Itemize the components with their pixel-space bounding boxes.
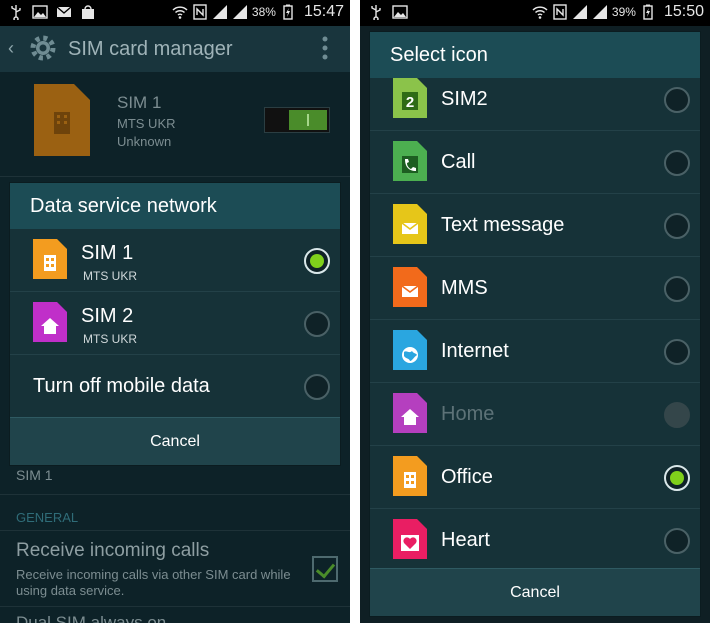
sim-home-icon — [33, 302, 67, 342]
battery-percent: 38% — [251, 5, 276, 19]
receive-calls-checkbox[interactable] — [312, 556, 338, 582]
dual-sim-row: Dual SIM always on — [16, 613, 167, 623]
internet-icon — [393, 330, 427, 370]
option-label: Call — [441, 151, 476, 173]
option-office[interactable]: Office — [370, 446, 700, 509]
sim1-name: SIM 1 — [117, 93, 162, 112]
option-label: Home — [441, 403, 495, 425]
app-bar: ‹ SIM card manager — [0, 26, 350, 72]
radio-button[interactable] — [664, 276, 690, 302]
email-icon — [56, 6, 72, 17]
nfc-icon — [553, 4, 567, 20]
option-label: Heart — [441, 529, 490, 551]
status-bar: 39% 15:50 — [360, 0, 710, 26]
left-screen: 38% 15:47 ‹ SIM card manager SIM 1 MTS U… — [0, 0, 350, 623]
option-turn-off-data[interactable]: Turn off mobile data — [10, 355, 340, 418]
option-sim1[interactable]: SIM 1 MTS UKR — [10, 229, 340, 292]
gallery-icon — [32, 5, 48, 19]
option-label: SIM2 — [441, 88, 488, 110]
right-screen: 39% 15:50 Select icon 2 SIM2 Call Text m… — [360, 0, 710, 623]
wifi-icon — [532, 6, 548, 19]
signal-sim1-icon — [212, 5, 227, 19]
radio-button[interactable] — [304, 374, 330, 400]
radio-button-selected[interactable] — [304, 248, 330, 274]
option-operator: MTS UKR — [83, 269, 137, 283]
radio-button[interactable] — [664, 339, 690, 365]
option-heart[interactable]: Heart — [370, 509, 700, 572]
divider — [0, 606, 350, 607]
wifi-icon — [172, 6, 188, 19]
signal-sim2-icon — [232, 5, 247, 19]
cancel-button[interactable]: Cancel — [370, 568, 700, 616]
cancel-button[interactable]: Cancel — [10, 417, 340, 465]
usb-icon — [11, 5, 21, 20]
nfc-icon — [193, 4, 207, 20]
app-title: SIM card manager — [68, 38, 233, 60]
option-operator: MTS UKR — [83, 332, 137, 346]
office-icon — [393, 456, 427, 496]
divider — [0, 176, 350, 177]
battery-icon — [643, 4, 653, 20]
sim2-icon: 2 — [393, 78, 427, 118]
option-label: SIM 2 — [81, 305, 134, 327]
settings-gear-icon — [30, 35, 56, 61]
gallery-icon — [392, 5, 408, 19]
option-label: SIM 1 — [81, 242, 134, 264]
usb-icon — [371, 5, 381, 20]
signal-sim2-icon — [592, 5, 607, 19]
radio-button-selected[interactable] — [664, 465, 690, 491]
signal-sim1-icon — [572, 5, 587, 19]
heart-icon — [393, 519, 427, 559]
option-label: Turn off mobile data — [33, 375, 210, 397]
receive-calls-title: Receive incoming calls — [16, 540, 210, 561]
clock: 15:47 — [303, 3, 344, 20]
data-service-dialog: Data service network SIM 1 MTS UKR SIM 2… — [9, 182, 341, 466]
receive-calls-description: Receive incoming calls via other SIM car… — [16, 567, 291, 598]
radio-button[interactable] — [664, 213, 690, 239]
svg-text:2: 2 — [406, 94, 414, 111]
option-label: Internet — [441, 340, 509, 362]
option-call[interactable]: Call — [370, 131, 700, 194]
battery-percent: 39% — [611, 5, 636, 19]
option-home: Home — [370, 383, 700, 446]
option-label: Office — [441, 466, 493, 488]
clock: 15:50 — [663, 3, 704, 20]
sim1-number: Unknown — [117, 134, 172, 149]
radio-button-disabled — [664, 402, 690, 428]
radio-button[interactable] — [664, 528, 690, 554]
sim1-operator: MTS UKR — [117, 116, 176, 131]
section-header-general: GENERAL — [16, 510, 79, 525]
data-network-value: SIM 1 — [16, 467, 53, 483]
option-internet[interactable]: Internet — [370, 320, 700, 383]
dialog-title: Data service network — [10, 183, 340, 229]
home-icon — [393, 393, 427, 433]
message-icon — [393, 204, 427, 244]
more-options-icon[interactable] — [322, 36, 328, 60]
radio-button[interactable] — [304, 311, 330, 337]
select-icon-dialog: Select icon 2 SIM2 Call Text message MMS… — [369, 31, 701, 617]
option-label: Text message — [441, 214, 565, 236]
option-sim2[interactable]: SIM 2 MTS UKR — [10, 292, 340, 355]
store-icon — [82, 5, 94, 19]
divider — [0, 494, 350, 495]
divider — [0, 530, 350, 531]
call-icon — [393, 141, 427, 181]
radio-button[interactable] — [664, 87, 690, 113]
sim-office-icon — [33, 239, 67, 279]
sim1-card-icon — [34, 84, 90, 156]
option-label: MMS — [441, 277, 488, 299]
option-text-message[interactable]: Text message — [370, 194, 700, 257]
mms-icon — [393, 267, 427, 307]
status-bar: 38% 15:47 — [0, 0, 350, 26]
option-mms[interactable]: MMS — [370, 257, 700, 320]
radio-button[interactable] — [664, 150, 690, 176]
option-sim2[interactable]: 2 SIM2 — [370, 68, 700, 131]
battery-icon — [283, 4, 293, 20]
sim1-toggle[interactable] — [264, 107, 330, 133]
back-icon[interactable]: ‹ — [8, 38, 14, 59]
